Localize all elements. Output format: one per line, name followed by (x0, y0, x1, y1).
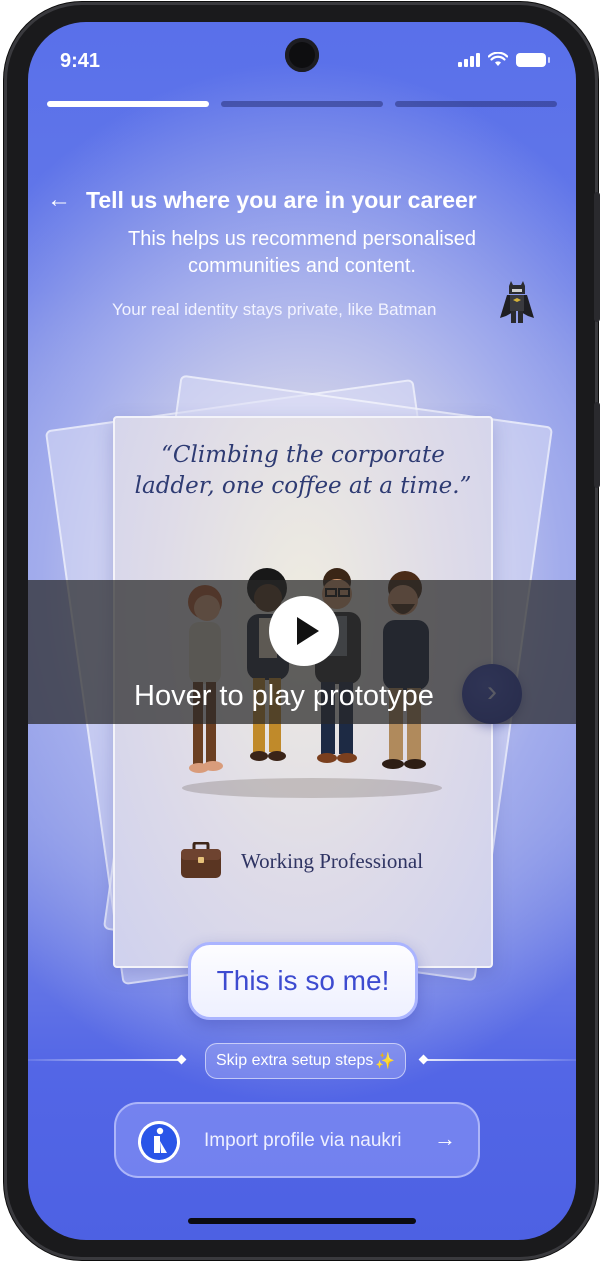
front-camera (285, 38, 319, 72)
divider-left (28, 1059, 180, 1061)
skip-setup-label: Skip extra setup steps (216, 1052, 374, 1069)
prototype-overlay-label: Hover to play prototype (134, 680, 434, 712)
divider-diamond-right (418, 1054, 429, 1065)
quote-line-1: “Climbing the corporate (161, 442, 445, 468)
power-button (594, 402, 600, 488)
wifi-icon (488, 52, 508, 66)
quote-line-2: ladder, one coffee at a time.” (134, 473, 472, 499)
batman-icon (500, 281, 534, 323)
page-title: Tell us where you are in your career (86, 187, 477, 213)
import-naukri-label: Import profile via naukri (204, 1130, 402, 1151)
subtitle-line-2: communities and content. (188, 255, 416, 277)
play-icon[interactable] (269, 596, 339, 666)
back-arrow-icon[interactable]: ← (46, 186, 72, 214)
subtitle-line-1: This helps us recommend personalised (128, 228, 476, 250)
status-icons (458, 52, 550, 67)
naukri-logo-icon (138, 1121, 180, 1163)
this-is-so-me-button[interactable]: This is so me! (188, 942, 418, 1020)
status-bar: 9:41 (28, 22, 576, 86)
arrow-right-icon: → (434, 1126, 456, 1151)
divider-right (424, 1059, 576, 1061)
progress-step-1 (47, 101, 209, 107)
status-time: 9:41 (60, 50, 101, 72)
sparkle-icon: ✨ (375, 1053, 396, 1070)
card-quote: “Climbing the corporate ladder, one coff… (115, 440, 491, 502)
progress-step-3 (395, 101, 557, 107)
cellular-signal-icon (458, 53, 480, 67)
import-naukri-button[interactable]: Import profile via naukri → (114, 1102, 480, 1178)
home-indicator[interactable] (188, 1218, 416, 1224)
skip-setup-button[interactable]: Skip extra setup steps ✨ (205, 1043, 407, 1079)
prototype-overlay[interactable]: Hover to play prototype (28, 580, 576, 724)
career-role-label: Working Professional (241, 848, 424, 873)
divider-diamond-left (176, 1054, 187, 1065)
page-subtitle: This helps us recommend personalised com… (28, 226, 576, 280)
privacy-note: Your real identity stays private, like B… (112, 300, 437, 319)
phone-frame: 9:41 ← Tell us where you are in your car… (4, 2, 600, 1260)
volume-button (594, 192, 600, 322)
onboarding-progress (47, 101, 557, 107)
career-role: Working Professional (179, 842, 423, 880)
battery-icon (516, 53, 550, 67)
app-screen: 9:41 ← Tell us where you are in your car… (28, 22, 576, 1240)
briefcase-icon (181, 842, 221, 878)
progress-step-2 (221, 101, 383, 107)
